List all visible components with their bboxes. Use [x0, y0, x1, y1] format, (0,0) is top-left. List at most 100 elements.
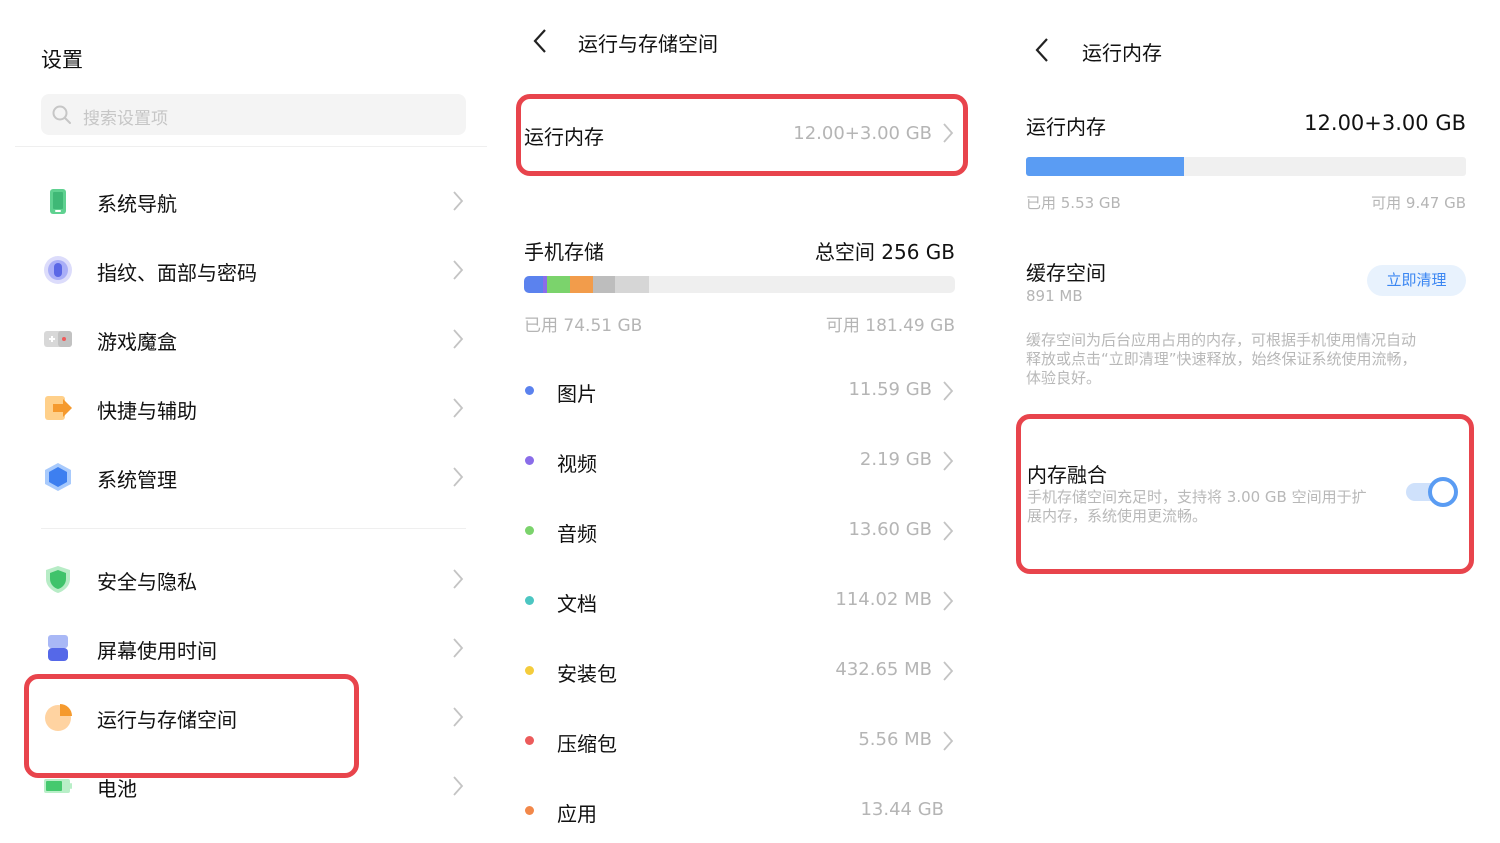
settings-item-security-privacy[interactable]: 安全与隐私: [0, 549, 490, 609]
used-label: 已用 5.53 GB: [1026, 194, 1121, 212]
color-dot: [525, 456, 534, 465]
hexagon-icon: [45, 463, 71, 491]
storage-bar-segment: [547, 276, 571, 293]
settings-item-system-management[interactable]: 系统管理: [0, 447, 490, 507]
free-label: 可用 9.47 GB: [1371, 194, 1466, 212]
page-title: 运行内存: [1082, 41, 1162, 65]
storage-bar-segment: [570, 276, 593, 293]
list-item[interactable]: 应用 13.44 GB: [490, 791, 990, 831]
chevron-right-icon: [453, 569, 464, 589]
list-item[interactable]: 压缩包 5.56 MB: [490, 721, 990, 761]
storage-usage-bar: [524, 276, 955, 293]
list-item[interactable]: 安装包 432.65 MB: [490, 651, 990, 691]
page-title: 运行与存储空间: [578, 32, 718, 56]
settings-item-system-navigation[interactable]: 系统导航: [0, 171, 490, 231]
chevron-right-icon: [943, 451, 954, 471]
chevron-right-icon: [453, 707, 464, 727]
category-name: 音频: [557, 522, 597, 546]
category-name: 安装包: [557, 662, 617, 686]
storage-panel: 运行与存储空间 运行内存 12.00+3.00 GB 手机存储 总空间 256 …: [490, 0, 990, 843]
cache-description-line: 缓存空间为后台应用占用的内存，可根据手机使用情况自动: [1026, 331, 1417, 349]
chevron-right-icon: [453, 260, 464, 280]
color-dot: [525, 386, 534, 395]
cache-value: 891 MB: [1026, 287, 1083, 305]
storage-bar-segment: [614, 276, 650, 293]
chevron-right-icon: [453, 398, 464, 418]
cache-description-line: 释放或点击“立即清理”快速释放，始终保证系统使用流畅，: [1026, 350, 1417, 368]
search-icon: [52, 105, 71, 124]
color-dot: [525, 526, 534, 535]
total-space-label: 总空间 256 GB: [814, 240, 955, 264]
settings-item-screen-time[interactable]: 屏幕使用时间: [0, 618, 490, 678]
color-dot: [525, 806, 534, 815]
chevron-right-icon: [943, 381, 954, 401]
category-name: 图片: [557, 382, 597, 406]
shortcut-icon: [45, 396, 72, 420]
clean-now-button[interactable]: 立即清理: [1367, 265, 1466, 296]
divider: [41, 528, 466, 529]
category-size: 13.60 GB: [848, 519, 932, 540]
chevron-right-icon: [453, 467, 464, 487]
list-item[interactable]: 图片 11.59 GB: [490, 371, 990, 411]
highlight-box: [516, 94, 968, 176]
chevron-right-icon: [943, 731, 954, 751]
ram-usage-bar: [1026, 157, 1466, 176]
chevron-right-icon: [943, 521, 954, 541]
free-label: 可用 181.49 GB: [825, 316, 955, 336]
ram-usage-fill: [1026, 157, 1185, 176]
phone-icon: [50, 189, 66, 214]
page-title: 设置: [41, 48, 83, 72]
search-input[interactable]: 搜索设置项: [41, 94, 466, 135]
chevron-right-icon: [453, 776, 464, 796]
fingerprint-icon: [44, 256, 72, 284]
category-name: 文档: [557, 592, 597, 616]
settings-item-fingerprint[interactable]: 指纹、面部与密码: [0, 240, 490, 300]
settings-item-shortcuts[interactable]: 快捷与辅助: [0, 378, 490, 438]
category-size: 11.59 GB: [848, 379, 932, 400]
category-name: 压缩包: [557, 732, 617, 756]
hourglass-icon: [48, 635, 68, 661]
category-size: 114.02 MB: [835, 589, 932, 610]
settings-item-label: 系统管理: [97, 468, 177, 492]
storage-bar-segment: [524, 276, 544, 293]
chevron-right-icon: [943, 591, 954, 611]
phone-storage-label: 手机存储: [524, 240, 604, 264]
chevron-right-icon: [453, 329, 464, 349]
chevron-right-icon: [453, 638, 464, 658]
cache-description-line: 体验良好。: [1026, 369, 1102, 387]
settings-item-game-box[interactable]: 游戏魔盒: [0, 309, 490, 369]
color-dot: [525, 596, 534, 605]
category-size: 432.65 MB: [835, 659, 932, 680]
chevron-right-icon: [453, 191, 464, 211]
ram-value: 12.00+3.00 GB: [1304, 111, 1466, 135]
list-item[interactable]: 视频 2.19 GB: [490, 441, 990, 481]
category-size: 5.56 MB: [858, 729, 932, 750]
ram-label: 运行内存: [1026, 115, 1106, 139]
settings-panel: 设置 搜索设置项 系统导航 指纹、面部与密码 游戏魔盒 快捷与辅助 系统管理 安…: [0, 0, 490, 843]
category-name: 视频: [557, 452, 597, 476]
storage-bar-segment: [592, 276, 615, 293]
search-placeholder: 搜索设置项: [83, 109, 168, 129]
cache-description: 缓存空间为后台应用占用的内存，可根据手机使用情况自动 释放或点击“立即清理”快速…: [1026, 331, 1417, 388]
settings-item-label: 指纹、面部与密码: [97, 261, 257, 285]
used-label: 已用 74.51 GB: [524, 316, 643, 336]
color-dot: [525, 736, 534, 745]
settings-item-label: 游戏魔盒: [97, 330, 177, 354]
cache-label: 缓存空间: [1026, 261, 1106, 285]
divider: [15, 146, 487, 147]
highlight-box: [1016, 414, 1474, 574]
category-size: 13.44 GB: [860, 799, 944, 820]
settings-item-label: 安全与隐私: [97, 570, 197, 594]
category-name: 应用: [557, 802, 597, 826]
ram-panel: 运行内存 运行内存 12.00+3.00 GB 已用 5.53 GB 可用 9.…: [990, 0, 1500, 843]
highlight-box: [24, 674, 359, 778]
gamepad-icon: [44, 331, 72, 347]
back-arrow-icon[interactable]: [532, 28, 548, 54]
list-item[interactable]: 文档 114.02 MB: [490, 581, 990, 621]
category-size: 2.19 GB: [859, 449, 932, 470]
chevron-right-icon: [943, 661, 954, 681]
back-arrow-icon[interactable]: [1034, 37, 1050, 63]
settings-item-label: 屏幕使用时间: [97, 639, 217, 663]
list-item[interactable]: 音频 13.60 GB: [490, 511, 990, 551]
settings-item-label: 系统导航: [97, 192, 177, 216]
